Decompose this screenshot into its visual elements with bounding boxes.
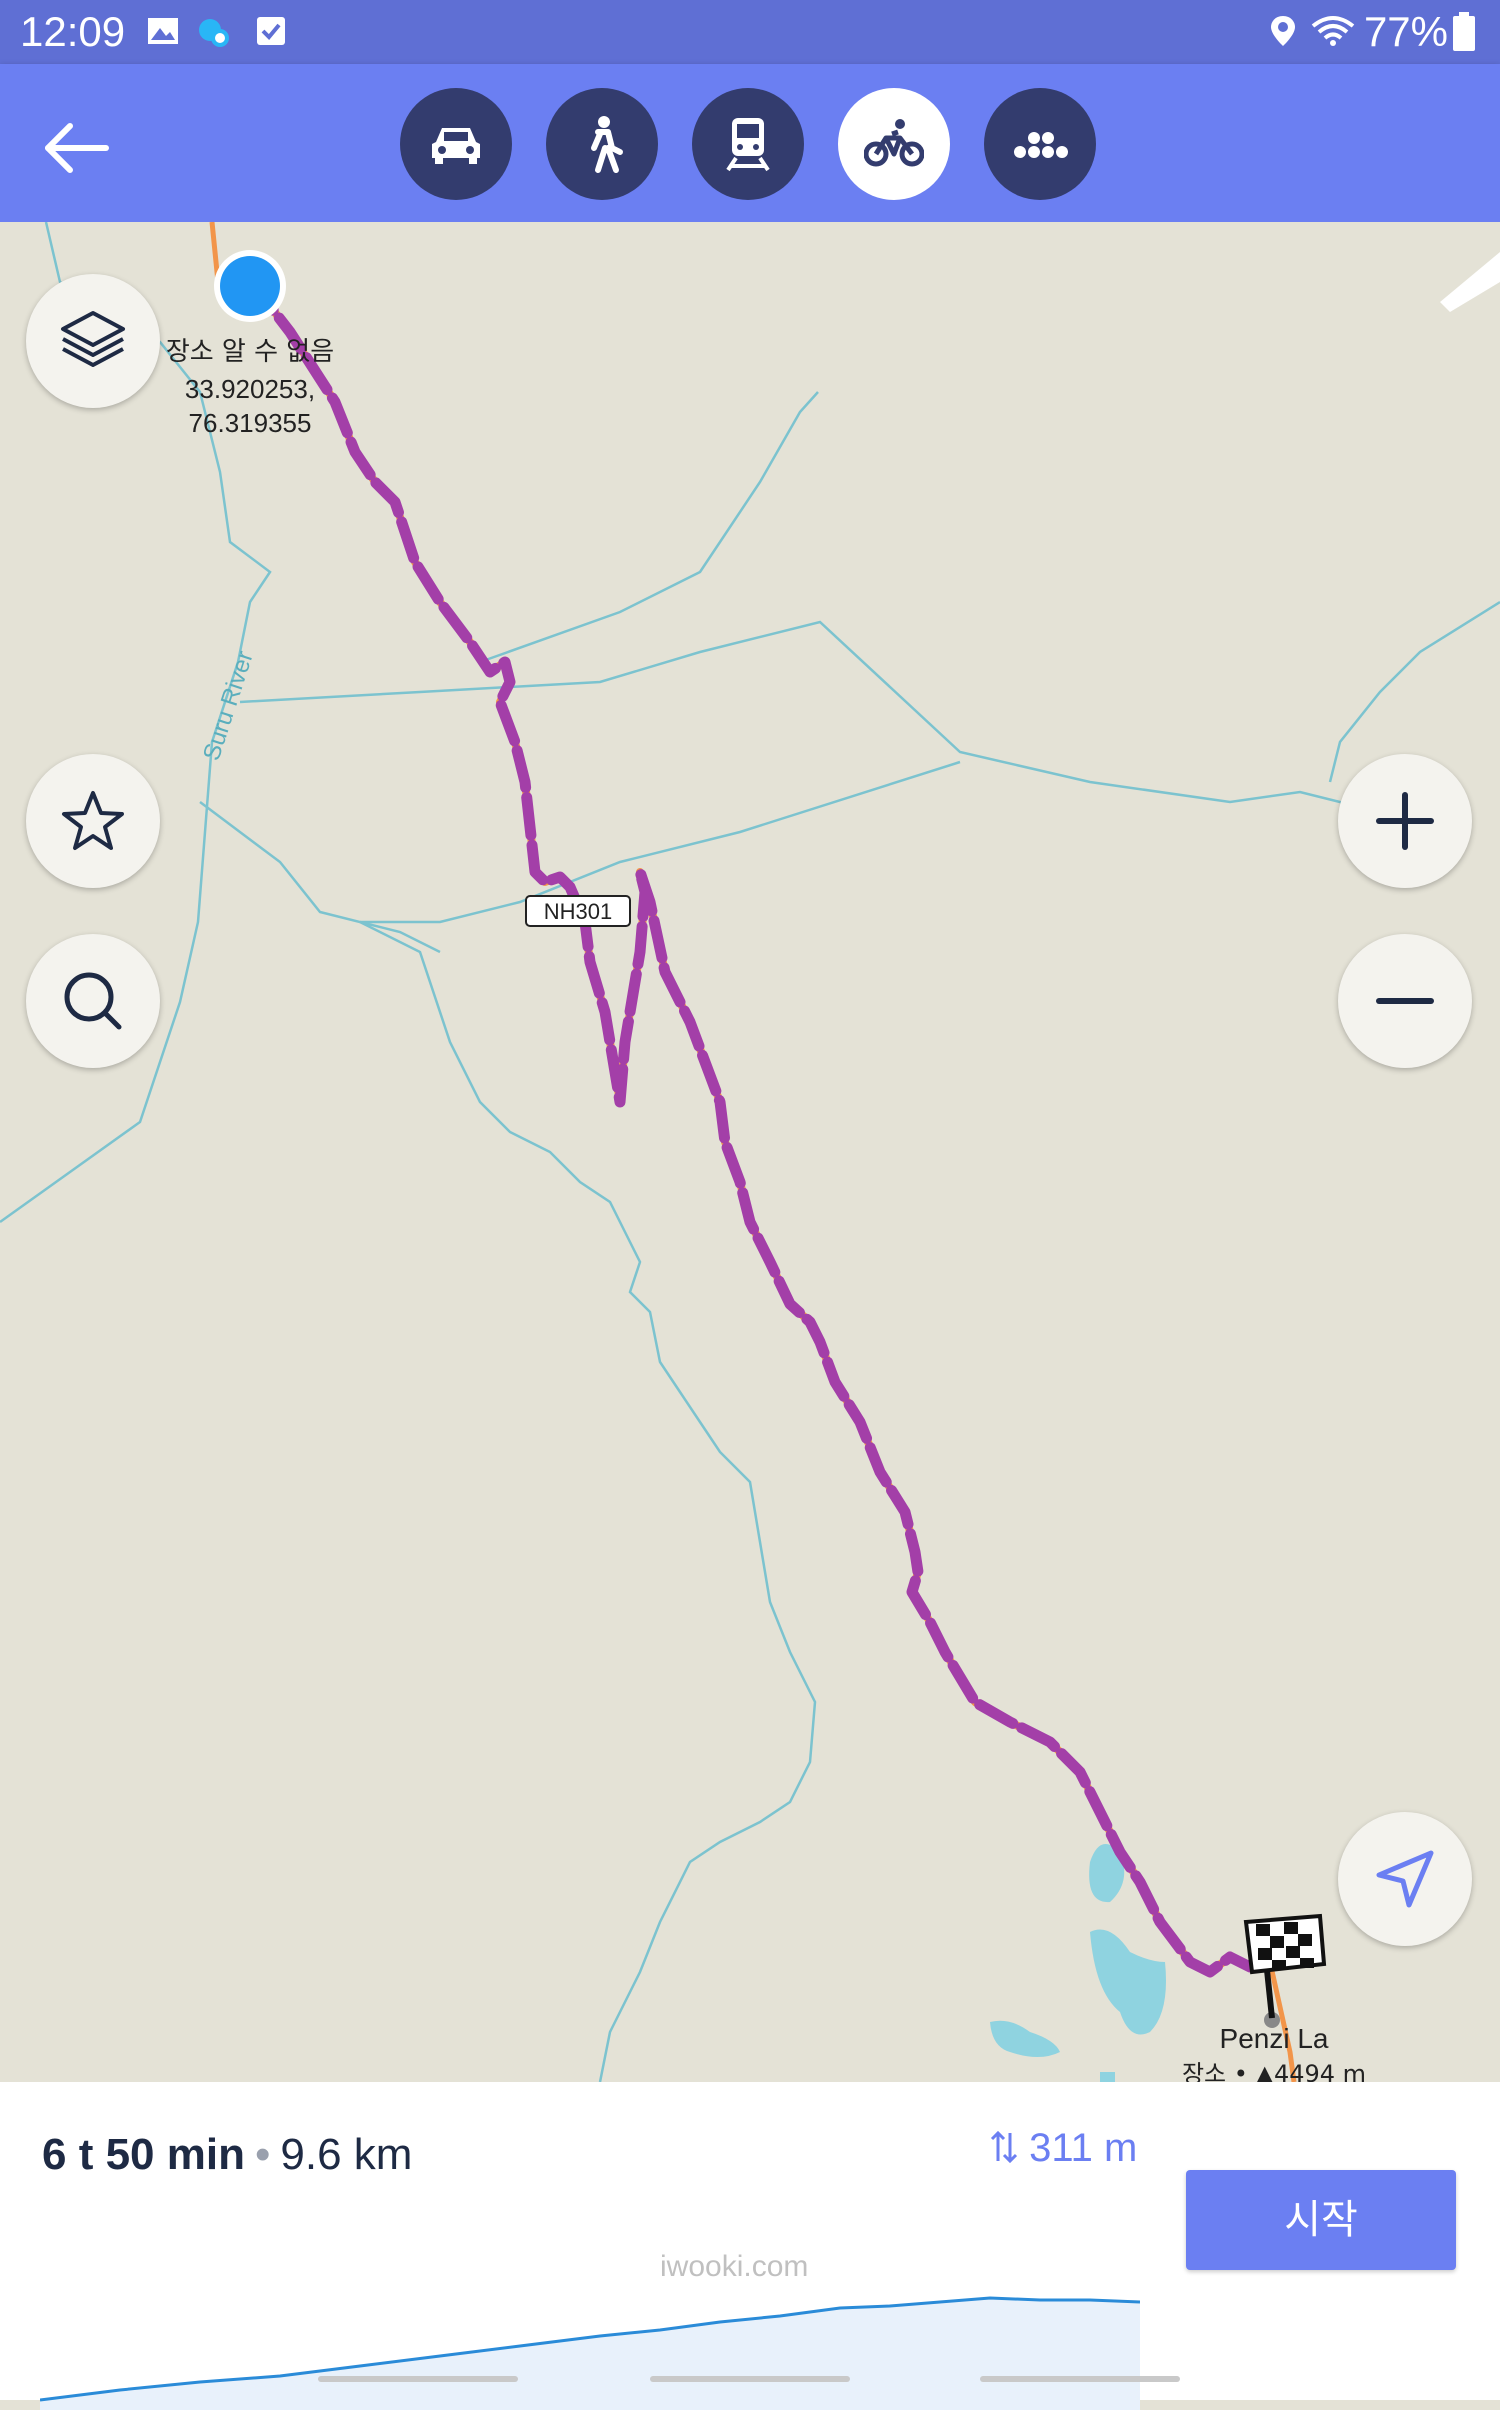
mode-taxi-button[interactable] [984,88,1096,200]
battery-percent: 77% [1363,8,1448,55]
elevation-gain-value: 311 m [1029,2126,1138,2170]
up-down-arrows-icon [990,2130,1018,2164]
elevation-gain: 311 m [990,2126,1137,2171]
route-duration: 6 t 50 min [42,2130,245,2179]
train-icon [726,118,770,172]
start-place-label: 장소 알 수 없음 [166,337,334,367]
elevation-profile [40,2296,1140,2410]
arrow-left-icon[interactable] [36,116,116,180]
start-coords-line2: 76.319355 [189,408,312,438]
layers-icon [61,311,125,367]
my-location-button[interactable] [1338,1812,1472,1946]
map-view[interactable]: Suru River NH301 장소 알 수 없음 33.920253, 76… [0,222,1500,2082]
route-summary-panel: 6 t 50 min • 9.6 km 311 m 시작 [0,2082,1500,2410]
mode-car-button[interactable] [400,88,512,200]
battery-icon [1453,12,1475,51]
route-distance: 9.6 km [280,2130,413,2179]
layers-button[interactable] [26,274,160,408]
star-icon [62,791,124,850]
cloud-sync-icon [199,19,229,47]
location-icon [1271,16,1295,46]
nav-bar-segment-center [650,2376,850,2382]
start-button[interactable]: 시작 [1186,2170,1456,2270]
mode-bike-button[interactable] [838,88,950,200]
summary-separator: • [254,2130,271,2179]
taxi-icon [1014,132,1068,158]
mode-transit-button[interactable] [692,88,804,200]
status-bar: 12:09 77% [0,0,1500,64]
location-dot[interactable] [220,256,280,316]
map-canvas[interactable]: Suru River NH301 장소 알 수 없음 33.920253, 76… [0,222,1500,2082]
checkbox-icon [257,17,285,45]
route-summary: 6 t 50 min • 9.6 km [42,2130,412,2180]
navigation-arrow-icon [1376,1850,1434,1908]
wifi-icon [1311,16,1355,46]
watermark: iwooki.com [660,2250,809,2283]
search-button[interactable] [26,934,160,1068]
destination-subtitle: 장소 • ▲4494 m [1182,2060,1366,2082]
road-shield: NH301 [525,895,631,927]
search-icon [64,972,122,1030]
bicycle-icon [864,119,924,167]
pedestrian-icon [591,116,623,173]
car-icon [432,128,480,164]
nav-bar-segment-right [980,2376,1180,2382]
favorites-button[interactable] [26,754,160,888]
mode-walk-button[interactable] [546,88,658,200]
zoom-in-button[interactable] [1338,754,1472,888]
plus-icon [1376,792,1434,850]
transport-mode-bar [0,64,1500,222]
zoom-out-button[interactable] [1338,934,1472,1068]
destination-name: Penzi La [1220,2023,1329,2054]
nav-bar-segment-left [318,2376,518,2382]
start-coords-line1: 33.920253, [185,374,315,404]
image-icon [148,18,178,44]
minus-icon [1376,998,1434,1004]
road-label: NH301 [544,899,612,924]
status-time: 12:09 [20,8,126,55]
